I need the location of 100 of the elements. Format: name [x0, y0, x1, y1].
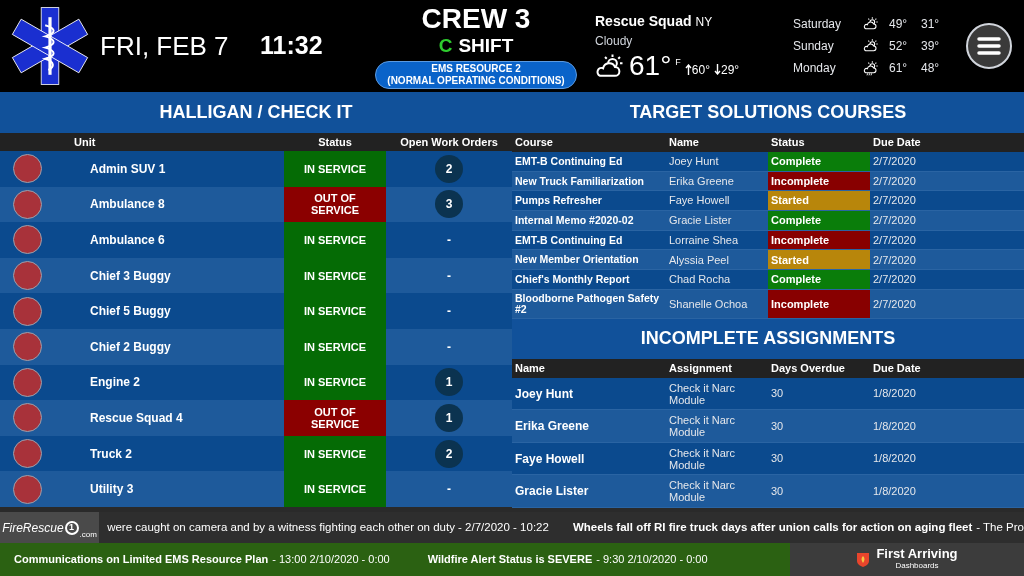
status-cell: IN SERVICE: [284, 151, 386, 187]
course-name: Internal Memo #2020-02: [514, 212, 635, 228]
due-date: 1/8/2020: [872, 386, 917, 402]
low-temperature: 29°: [721, 61, 740, 79]
person-name: Faye Howell: [668, 193, 731, 209]
photo-placeholder: [13, 296, 42, 326]
work-order-count: -: [447, 338, 451, 356]
person-name: Chad Rocha: [668, 272, 732, 288]
menu-button[interactable]: [965, 23, 1012, 69]
photo-placeholder: [13, 332, 42, 362]
current-temperature: 61°: [629, 49, 672, 82]
forecast-day: Sunday: [793, 37, 863, 55]
news-source-logo: FireRescue 1 .com: [0, 512, 100, 543]
shift-label: SHIFT: [458, 35, 514, 57]
days-overdue: 30: [770, 418, 785, 434]
course-name: New Truck Familiarization: [514, 173, 645, 189]
photo-placeholder: [13, 439, 42, 469]
status-cell: Started: [768, 250, 870, 270]
column-header: Assignment: [668, 361, 733, 377]
shift-letter: C: [438, 35, 453, 57]
partly-cloudy-icon: [863, 38, 879, 54]
work-order-count: 1: [435, 403, 463, 432]
photo-placeholder: [13, 261, 42, 291]
status-cell: Complete: [768, 152, 870, 171]
column-header: Name: [514, 361, 546, 377]
person-name: Joey Hunt: [668, 154, 720, 170]
column-header: Status: [770, 135, 806, 151]
brand-logo: First Arriving Dashboards: [790, 543, 1024, 576]
unit-name: Ambulance 8: [90, 196, 165, 214]
unit-name: Chief 5 Buggy: [90, 303, 171, 321]
arrow-down-icon: [714, 64, 721, 75]
person-name: Joey Hunt: [514, 385, 574, 403]
status-cell: IN SERVICE: [284, 293, 386, 329]
person-name: Faye Howell: [514, 450, 586, 468]
course-name: Pumps Refresher: [514, 193, 603, 209]
alert-time: - 9:30 2/10/2020 - 0:00: [596, 552, 708, 568]
person-name: Gracie Lister: [514, 483, 590, 501]
forecast-low: 39°: [921, 38, 940, 55]
due-date: 1/8/2020: [872, 418, 917, 434]
person-name: Shanelle Ochoa: [668, 296, 749, 312]
status-cell: OUT OF SERVICE: [284, 400, 386, 436]
forecast-high: 52°: [889, 38, 909, 55]
unit-name: Engine 2: [90, 374, 140, 392]
status-cell: Complete: [768, 211, 870, 230]
work-order-count: 1: [435, 368, 463, 397]
work-order-count: -: [447, 481, 451, 499]
unit-name: Ambulance 6: [90, 232, 165, 249]
partly-cloudy-icon: [863, 16, 879, 32]
photo-placeholder: [13, 154, 42, 184]
weather-condition: Cloudy: [595, 32, 634, 50]
status-cell: Complete: [768, 270, 870, 289]
course-name: EMT-B Continuing Ed: [514, 232, 624, 248]
photo-placeholder: [13, 403, 42, 433]
work-order-count: -: [447, 267, 451, 285]
column-header: Unit: [73, 134, 97, 150]
section-title: HALLIGAN / CHECK IT: [158, 101, 354, 124]
arrow-up-icon: [684, 64, 692, 75]
forecast-high: 49°: [889, 16, 909, 33]
assignment-name: Check it Narc Module: [668, 446, 737, 471]
column-header: Due Date: [872, 135, 922, 151]
news-ticker-text: - The Pro: [976, 519, 1024, 535]
due-date: 1/8/2020: [872, 483, 917, 499]
days-overdue: 30: [770, 451, 785, 467]
column-header: Due Date: [872, 361, 922, 377]
forecast-low: 31°: [921, 16, 940, 33]
unit-name: Admin SUV 1: [90, 160, 166, 178]
column-header: Course: [514, 135, 554, 151]
days-overdue: 30: [770, 483, 785, 499]
course-name: EMT-B Continuing Ed: [514, 153, 624, 169]
assignment-name: Check it Narc Module: [668, 381, 737, 406]
work-order-count: -: [447, 303, 451, 321]
photo-placeholder: [13, 225, 42, 255]
due-date: 2/7/2020: [872, 154, 917, 170]
column-header: Days Overdue: [770, 361, 846, 377]
status-cell: OUT OF SERVICE: [284, 186, 386, 223]
time-text: 11:32: [260, 30, 324, 62]
course-name: Chief's Monthly Report: [514, 271, 631, 287]
high-temperature: 60°: [691, 61, 710, 79]
due-date: 2/7/2020: [872, 232, 917, 248]
status-cell: IN SERVICE: [284, 257, 386, 294]
assignment-name: Check it Narc Module: [668, 479, 737, 504]
star-of-life-icon: [10, 6, 90, 86]
person-name: Alyssia Peel: [668, 252, 730, 268]
due-date: 2/7/2020: [872, 173, 917, 189]
forecast-low: 48°: [921, 60, 940, 77]
unit-name: Chief 2 Buggy: [90, 338, 171, 356]
news-ticker-text: were caught on camera and by a witness fighting each other on duty - 2/7/2020 - 10:22: [107, 519, 549, 535]
photo-placeholder: [13, 474, 42, 504]
person-name: Erika Greene: [668, 173, 735, 189]
unit-name: Utility 3: [90, 481, 134, 499]
alert-title: Communications on Limited EMS Resource Plan: [14, 552, 269, 568]
column-header: Status: [317, 134, 353, 150]
photo-placeholder: [13, 367, 42, 397]
due-date: 1/8/2020: [872, 451, 917, 467]
status-cell: IN SERVICE: [284, 328, 386, 365]
photo-placeholder: [13, 189, 42, 219]
alert-time: - 13:00 2/10/2020 - 0:00: [272, 552, 390, 568]
section-title: INCOMPLETE ASSIGNMENTS: [639, 327, 897, 351]
forecast-day: Monday: [793, 59, 863, 77]
status-cell: IN SERVICE: [284, 435, 386, 472]
